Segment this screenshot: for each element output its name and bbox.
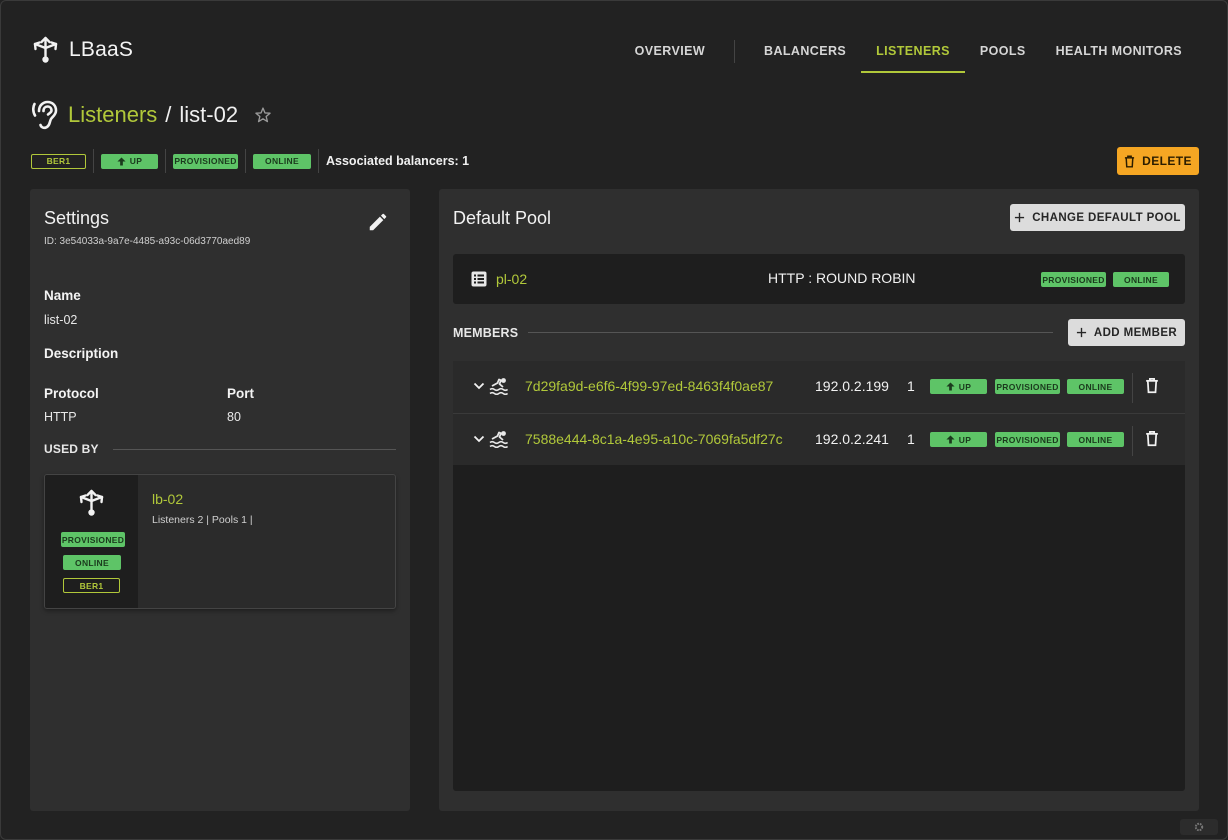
region-badge: BER1 [31, 153, 86, 169]
arrow-up-icon [946, 382, 955, 391]
breadcrumb-separator: / [165, 102, 172, 127]
used-by-label: USED BY [44, 442, 99, 456]
admin-state-text: UP [129, 156, 143, 166]
status-divider [165, 149, 166, 173]
settings-panel: Settings ID: 3e54033a-9a7e-4485-a93c-06d… [30, 189, 410, 811]
associated-balancers: Associated balancers: 1 [326, 154, 470, 168]
divider [1132, 426, 1133, 456]
region-badge: BER1 [63, 578, 120, 593]
top-nav: OVERVIEW BALANCERS LISTENERS POOLS HEALT… [620, 28, 1197, 73]
balancer-icon [33, 36, 58, 63]
admin-state-badge: UP [930, 379, 987, 394]
used-by-balancer-card[interactable]: PROVISIONED ONLINE BER1 lb-02 Listeners … [44, 474, 396, 609]
star-icon[interactable] [254, 106, 272, 124]
ear-icon [32, 100, 58, 130]
default-pool-title: Default Pool [453, 208, 552, 228]
status-divider [245, 149, 246, 173]
nav-health-monitors[interactable]: HEALTH MONITORS [1041, 28, 1197, 73]
name-label: Name [44, 288, 81, 303]
chevron-down-icon[interactable] [473, 433, 485, 445]
members-list: 7d29fa9d-e6f6-4f99-97ed-8463f4f0ae87 192… [453, 361, 1185, 791]
used-by-header: USED BY [44, 442, 396, 456]
operating-badge: ONLINE [1113, 272, 1169, 287]
port-value: 80 [227, 410, 241, 424]
swimmer-icon [489, 431, 509, 448]
admin-state-badge: UP [930, 432, 987, 447]
settings-title: Settings [44, 208, 110, 228]
nav-overview[interactable]: OVERVIEW [620, 28, 720, 73]
list-icon [471, 271, 487, 287]
chevron-down-icon[interactable] [473, 380, 485, 392]
divider [112, 448, 396, 450]
trash-icon [1125, 155, 1135, 168]
default-pool-panel: Default Pool CHANGE DEFAULT POOL pl-02 H… [439, 189, 1199, 811]
app-name: LBaaS [69, 38, 134, 61]
member-ip: 192.0.2.241 [815, 431, 889, 447]
provisioning-badge: PROVISIONED [61, 532, 125, 547]
change-default-pool-button[interactable]: CHANGE DEFAULT POOL [1010, 204, 1185, 231]
add-member-label: ADD MEMBER [1093, 326, 1178, 339]
plus-icon [1076, 327, 1086, 338]
member-row: 7588e444-8c1a-4e95-a10c-7069fa5df27c 192… [453, 413, 1185, 465]
provisioning-badge: PROVISIONED [995, 379, 1060, 394]
gear-icon[interactable] [1180, 819, 1218, 835]
admin-state-badge: UP [101, 153, 158, 169]
trash-icon[interactable] [1145, 430, 1159, 447]
member-weight: 1 [907, 431, 915, 447]
operating-badge: ONLINE [253, 153, 311, 169]
description-label: Description [44, 346, 119, 361]
member-id-link[interactable]: 7d29fa9d-e6f6-4f99-97ed-8463f4f0ae87 [525, 378, 773, 394]
trash-icon[interactable] [1145, 377, 1159, 394]
admin-state-text: UP [958, 434, 972, 445]
balancer-meta: Listeners 2 | Pools 1 | [152, 514, 253, 526]
operating-badge: ONLINE [1067, 432, 1124, 447]
members-label: MEMBERS [453, 326, 519, 340]
protocol-value: HTTP [44, 410, 77, 424]
member-ip: 192.0.2.199 [815, 378, 889, 394]
provisioning-badge: PROVISIONED [173, 153, 238, 169]
delete-button[interactable]: DELETE [1117, 147, 1199, 175]
change-default-pool-label: CHANGE DEFAULT POOL [1032, 211, 1181, 224]
balancer-icon [79, 489, 104, 516]
pool-protocol: HTTP : ROUND ROBIN [768, 270, 916, 286]
admin-state-text: UP [958, 381, 972, 392]
operating-badge: ONLINE [1067, 379, 1124, 394]
nav-pools[interactable]: POOLS [965, 28, 1041, 73]
status-row: BER1 UP PROVISIONED ONLINE Associated ba… [31, 149, 470, 173]
pencil-icon[interactable] [367, 211, 389, 233]
plus-icon [1015, 212, 1025, 223]
add-member-button[interactable]: ADD MEMBER [1068, 319, 1185, 346]
page-title: Listeners / list-02 [32, 100, 272, 130]
nav-balancers[interactable]: BALANCERS [749, 28, 861, 73]
protocol-label: Protocol [44, 386, 99, 401]
brand[interactable]: LBaaS [32, 36, 133, 64]
default-pool-row: pl-02 HTTP : ROUND ROBIN PROVISIONED ONL… [453, 254, 1185, 304]
swimmer-icon [489, 378, 509, 395]
nav-divider [734, 40, 736, 63]
arrow-up-icon [946, 435, 955, 444]
arrow-up-icon [117, 156, 126, 166]
port-label: Port [227, 386, 254, 401]
nav-listeners[interactable]: LISTENERS [861, 28, 965, 73]
member-id-link[interactable]: 7588e444-8c1a-4e95-a10c-7069fa5df27c [525, 431, 783, 447]
provisioning-badge: PROVISIONED [1041, 272, 1106, 287]
pool-name-link[interactable]: pl-02 [496, 271, 527, 287]
member-row: 7d29fa9d-e6f6-4f99-97ed-8463f4f0ae87 192… [453, 361, 1185, 413]
divider [1132, 373, 1133, 403]
name-value: list-02 [44, 313, 78, 327]
operating-badge: ONLINE [63, 555, 121, 570]
provisioning-badge: PROVISIONED [995, 432, 1060, 447]
breadcrumb-current: list-02 [179, 102, 239, 127]
status-divider [93, 149, 94, 173]
balancer-card-status: PROVISIONED ONLINE BER1 [45, 475, 138, 608]
delete-label: DELETE [1142, 154, 1192, 168]
listener-id: ID: 3e54033a-9a7e-4485-a93c-06d3770aed89 [44, 236, 251, 247]
member-weight: 1 [907, 378, 915, 394]
breadcrumb-listeners-link[interactable]: Listeners [68, 102, 157, 128]
divider [528, 332, 1053, 333]
gear-icon [1194, 822, 1204, 832]
status-divider [318, 149, 319, 173]
balancer-name[interactable]: lb-02 [152, 491, 183, 507]
